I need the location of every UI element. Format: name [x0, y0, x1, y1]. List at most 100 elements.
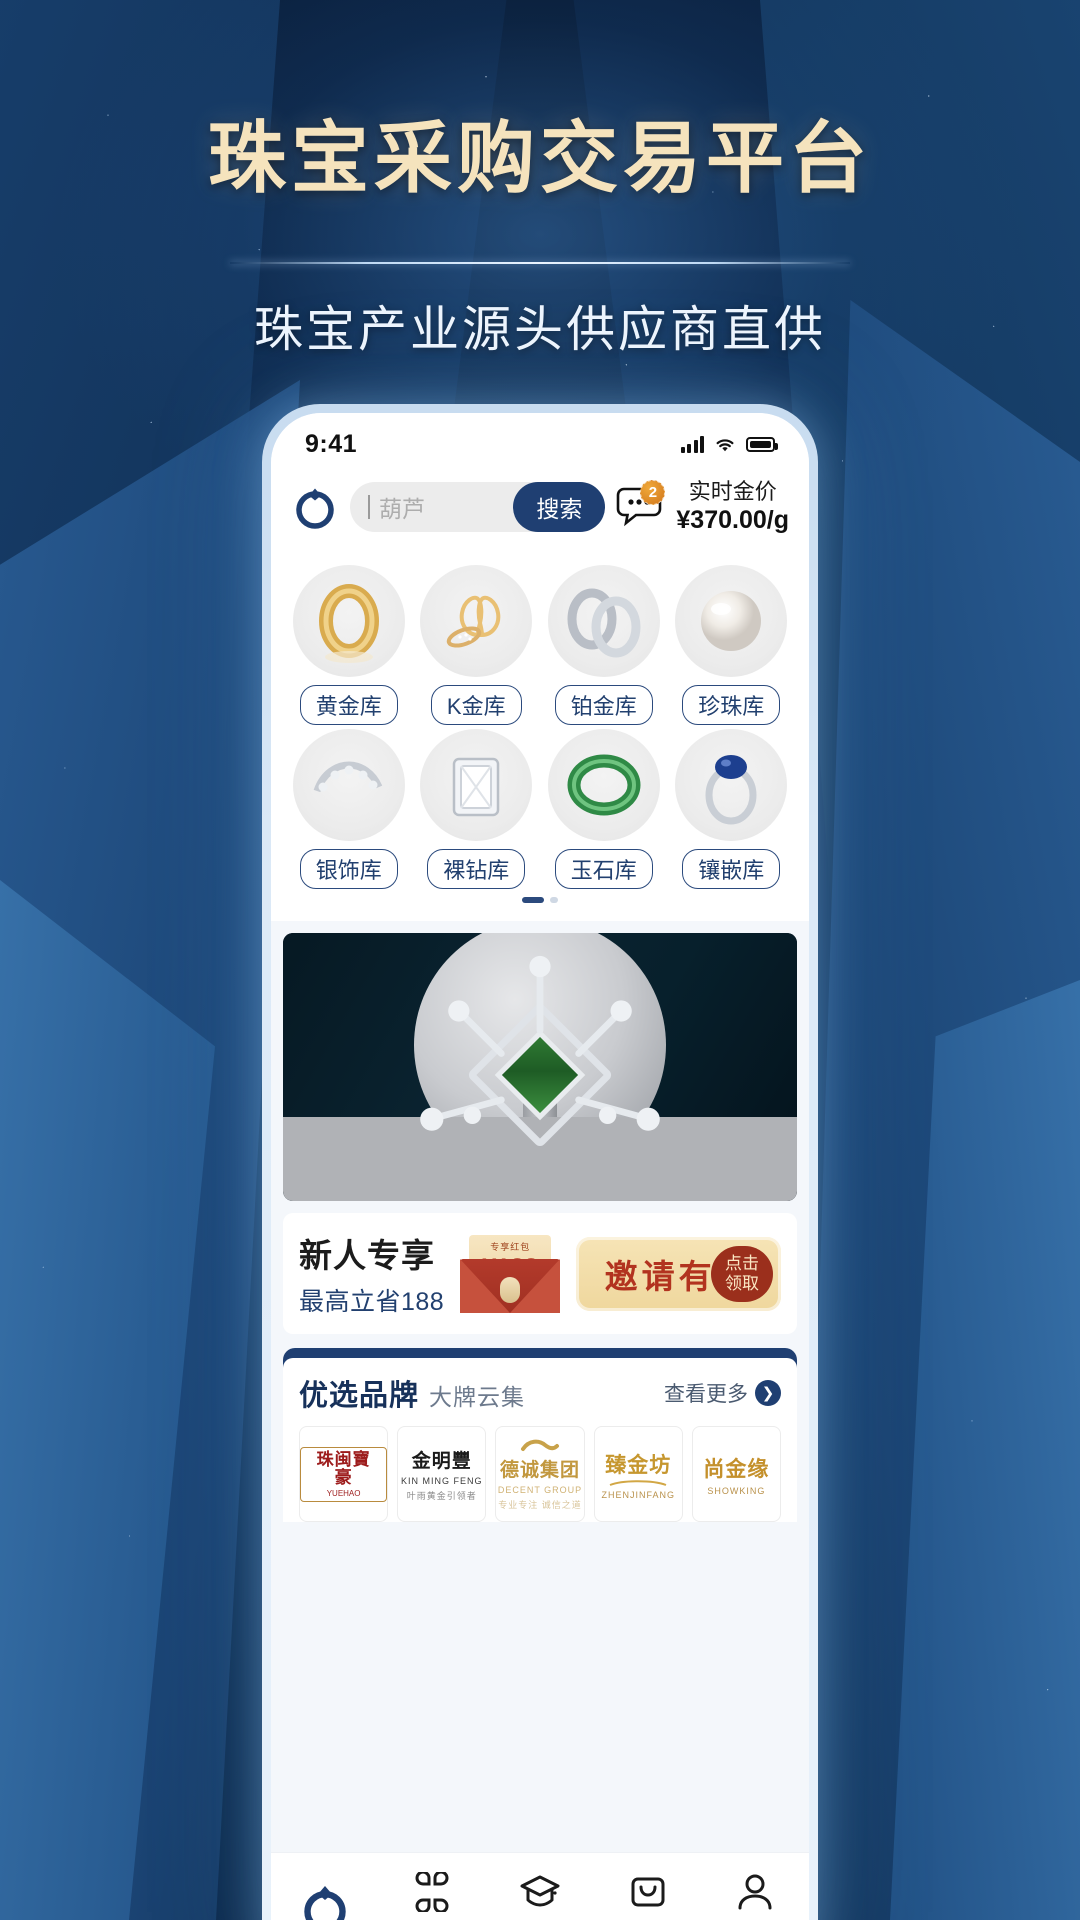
invite-reward-button[interactable]: 邀请有礼 点击 领取 — [576, 1236, 781, 1311]
tab-purchase-order[interactable]: 采购单 — [594, 1869, 702, 1920]
ring-logo-icon — [291, 483, 339, 531]
text-caret — [368, 495, 370, 520]
category-row-1: 黄金库 K金库 铂金库 珍珠库 — [285, 561, 796, 726]
signal-bars-icon — [680, 435, 704, 453]
category-label: 黄金库 — [299, 685, 398, 726]
battery-icon — [746, 436, 778, 452]
brand-list: 珠闽寶豪 YUEHAO 金明豐 KIN MING FENG 叶雨黄金引领者 德诚… — [299, 1426, 782, 1523]
brand-more-link[interactable]: 查看更多 ❯ — [664, 1378, 781, 1408]
butterfly-pendant-icon — [420, 565, 533, 678]
brand-name-cn: 德诚集团 — [500, 1460, 581, 1482]
gold-price-value: ¥370.00/g — [676, 506, 789, 535]
hero-divider — [230, 262, 850, 264]
brand-section: 优选品牌 大牌云集 查看更多 ❯ 珠闽寶豪 YUEHAO 金明豐 KIN MIN… — [283, 1348, 797, 1523]
user-profile-icon — [701, 1869, 809, 1915]
gold-price: 实时金价 ¥370.00/g — [673, 479, 789, 535]
phone-screen: 9:41 葫芦 搜索 2 实时金价 ¥370.00/g 黄金库 K金库 铂金库 … — [271, 413, 809, 1920]
category-item-kgold[interactable]: K金库 — [413, 561, 541, 726]
brand-header: 优选品牌 大牌云集 查看更多 ❯ — [299, 1372, 781, 1414]
claim-line-1: 点击 — [725, 1254, 759, 1274]
banner-diamond-arms — [420, 956, 660, 1132]
brand-name-en: ZHENJINFANG — [601, 1489, 675, 1500]
ring-home-icon — [271, 1876, 379, 1920]
newcomer-promo: 新人专享 最高立省188 专享红包 ¥188 新人礼 邀请有礼 点击 领取 — [283, 1213, 797, 1335]
brand-item[interactable]: 金明豐 KIN MING FENG 叶雨黄金引领者 — [397, 1426, 487, 1523]
category-row-2: 银饰库 裸钻库 玉石库 镶嵌库 — [285, 725, 796, 890]
category-item-silver[interactable]: 银饰库 — [285, 725, 413, 890]
sapphire-ring-icon — [675, 729, 788, 842]
brand-name-cn: 珠闽寶豪 — [316, 1450, 371, 1487]
brand-underline-icon — [609, 1480, 667, 1486]
claim-line-2: 领取 — [725, 1273, 759, 1293]
hero-subtitle: 珠宝产业源头供应商直供 — [253, 303, 826, 357]
brand-card: 优选品牌 大牌云集 查看更多 ❯ 珠闽寶豪 YUEHAO 金明豐 KIN MIN… — [283, 1358, 797, 1523]
category-label: 镶嵌库 — [682, 849, 781, 890]
category-item-pearl[interactable]: 珍珠库 — [668, 561, 796, 726]
category-label: 裸钻库 — [427, 849, 526, 890]
hero-section: 珠宝采购交易平台 珠宝产业源头供应商直供 — [0, 96, 1080, 361]
category-label: 铂金库 — [554, 685, 653, 726]
category-pager[interactable] — [285, 889, 795, 904]
category-label: 珍珠库 — [682, 685, 781, 726]
brand-titles: 优选品牌 大牌云集 — [299, 1372, 525, 1414]
brand-item[interactable]: 尚金缘 SHOWKING — [691, 1426, 782, 1523]
category-item-platinum[interactable]: 铂金库 — [540, 561, 668, 726]
pager-dot-active[interactable] — [522, 897, 544, 904]
brand-name-en: YUEHAO — [326, 1488, 361, 1498]
brand-name-en: KIN MING FENG — [401, 1476, 483, 1487]
category-label: 银饰库 — [299, 849, 398, 890]
brand-item[interactable]: 珠闽寶豪 YUEHAO — [299, 1426, 389, 1523]
brand-name-cn: 尚金缘 — [703, 1457, 770, 1481]
brand-name-en: DECENT GROUP — [497, 1485, 583, 1496]
brand-logo-frame: 珠闽寶豪 YUEHAO — [300, 1447, 388, 1502]
tab-academy[interactable]: 商学院 — [486, 1869, 594, 1920]
status-bar: 9:41 — [271, 413, 809, 469]
brand-item[interactable]: 德诚集团 DECENT GROUP 专业专注 诚信之道 — [495, 1426, 585, 1523]
status-icons — [680, 435, 778, 453]
hero-title: 珠宝采购交易平台 — [207, 114, 872, 204]
pager-dot[interactable] — [550, 897, 558, 904]
brand-tagline: 叶雨黄金引领者 — [406, 1491, 477, 1502]
brand-name-en: SHOWKING — [707, 1485, 766, 1496]
loose-diamond-icon — [420, 729, 533, 842]
chat-bubble-icon[interactable]: 2 — [616, 480, 666, 529]
tab-profile[interactable]: 我的 — [701, 1869, 809, 1920]
wifi-icon — [713, 435, 737, 453]
tab-home[interactable] — [271, 1876, 379, 1920]
brand-tagline: 专业专注 诚信之道 — [498, 1500, 582, 1511]
gold-price-label: 实时金价 — [688, 479, 777, 504]
category-item-gold[interactable]: 黄金库 — [285, 561, 413, 726]
jade-bangle-icon — [547, 729, 660, 842]
shopping-bag-icon — [594, 1869, 702, 1915]
envelope-seal — [500, 1276, 521, 1303]
brand-more-label: 查看更多 — [664, 1383, 748, 1407]
chevron-right-icon: ❯ — [755, 1380, 781, 1407]
coupon-top-text: 专享红包 — [490, 1241, 531, 1252]
brand-name-cn: 金明豐 — [411, 1451, 472, 1473]
promo-subtitle: 最高立省188 — [299, 1288, 445, 1317]
status-time: 9:41 — [305, 429, 358, 458]
graduation-cap-icon — [486, 1869, 594, 1915]
app-header: 葫芦 搜索 2 实时金价 ¥370.00/g — [271, 469, 809, 556]
grid-category-icon — [379, 1869, 487, 1915]
claim-pill[interactable]: 点击 领取 — [711, 1245, 773, 1302]
jewelry-showcase-banner[interactable] — [283, 933, 797, 1202]
silver-bracelet-icon — [292, 729, 405, 842]
search-button[interactable]: 搜索 — [513, 482, 606, 533]
decheng-mark-icon — [521, 1440, 559, 1452]
red-envelope-icon: 专享红包 ¥188 新人礼 — [460, 1234, 561, 1313]
category-item-setting[interactable]: 镶嵌库 — [668, 725, 796, 890]
category-item-jade[interactable]: 玉石库 — [540, 725, 668, 890]
category-item-diamond[interactable]: 裸钻库 — [413, 725, 541, 890]
promo-title: 新人专享 — [299, 1237, 435, 1275]
gold-ring-icon — [292, 565, 405, 678]
search-input[interactable]: 葫芦 搜索 — [350, 482, 606, 533]
category-label: K金库 — [430, 685, 522, 726]
category-label: 玉石库 — [554, 849, 653, 890]
brand-item[interactable]: 臻金坊 ZHENJINFANG — [593, 1426, 683, 1523]
tab-category[interactable]: 分类 — [379, 1869, 487, 1920]
phone-mockup: 9:41 葫芦 搜索 2 实时金价 ¥370.00/g 黄金库 K金库 铂金库 … — [262, 404, 818, 1920]
category-grid: 黄金库 K金库 铂金库 珍珠库 银饰库 裸钻库 玉石库 镶嵌库 — [271, 555, 809, 922]
brand-subtitle: 大牌云集 — [429, 1384, 526, 1411]
brand-name-cn: 臻金坊 — [605, 1453, 672, 1477]
